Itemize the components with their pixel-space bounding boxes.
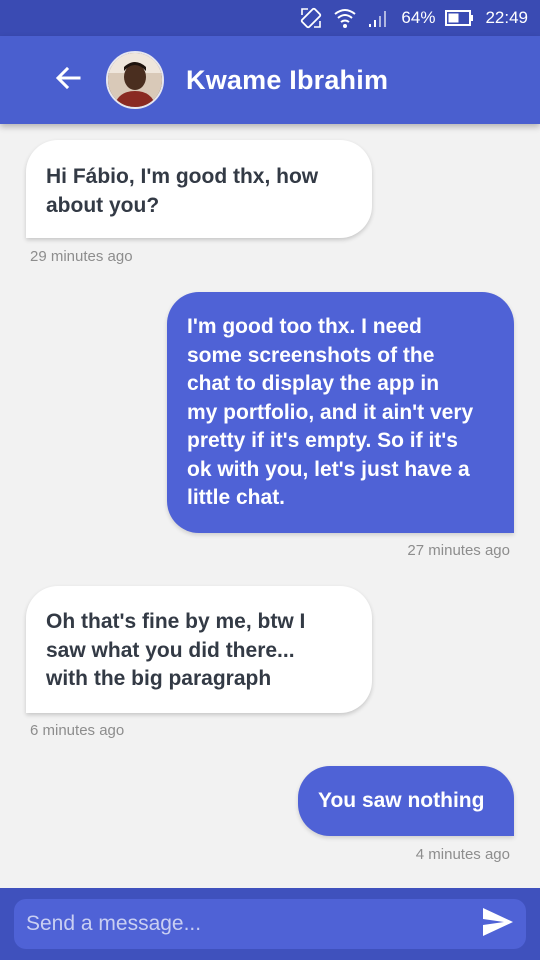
message-text-line: my portfolio, and it ain't very [187, 400, 474, 424]
message-list[interactable]: Hi Fábio, I'm good thx, how about you? 2… [0, 124, 540, 888]
app-bar: Kwame Ibrahim [0, 36, 540, 124]
message-text-line: saw what you did there... [46, 638, 295, 662]
message-timestamp: 29 minutes ago [30, 248, 133, 265]
back-button[interactable] [48, 60, 88, 100]
message-text-line: some screenshots of the [187, 343, 435, 367]
message-text-line: about you? [46, 193, 160, 217]
message-text-line: little chat. [187, 486, 286, 509]
message-input-container [14, 899, 526, 949]
signal-icon [367, 8, 391, 28]
send-icon [482, 907, 514, 942]
wifi-icon [333, 7, 357, 29]
message-timestamp: 4 minutes ago [415, 846, 510, 863]
battery-percent: 64% [401, 8, 436, 27]
status-bar: 64% 22:49 [0, 0, 540, 36]
message-text-line: Hi Fábio, I'm good thx, how [46, 165, 319, 188]
message-input[interactable] [14, 899, 454, 949]
message-text-line: pretty if it's empty. So if it's [187, 429, 458, 452]
message-bubble-outgoing[interactable]: You saw nothing [298, 766, 514, 836]
battery-icon [445, 9, 475, 27]
message-text-line: with the big paragraph [46, 667, 272, 690]
message-timestamp: 6 minutes ago [30, 722, 125, 739]
message-timestamp: 27 minutes ago [407, 542, 510, 559]
message-text-line: chat to display the app in [187, 372, 440, 395]
message-text-line: ok with you, let's just have a [187, 457, 470, 481]
message-text-line: I'm good too thx. I need [187, 315, 422, 338]
avatar[interactable] [106, 51, 164, 109]
clock: 22:49 [485, 8, 528, 27]
composer-bar [0, 888, 540, 960]
message-bubble-incoming[interactable]: Hi Fábio, I'm good thx, how about you? [26, 140, 372, 238]
message-bubble-outgoing[interactable]: I'm good too thx. I need some screenshot… [167, 292, 514, 533]
message-bubble-incoming[interactable]: Oh that's fine by me, btw I saw what you… [26, 586, 372, 713]
contact-name: Kwame Ibrahim [186, 64, 389, 95]
message-text-line: You saw nothing [318, 789, 485, 812]
rotate-icon [299, 6, 323, 30]
arrow-left-icon [54, 64, 82, 97]
send-button[interactable] [480, 906, 516, 942]
message-text-line: Oh that's fine by me, btw I [46, 610, 306, 633]
